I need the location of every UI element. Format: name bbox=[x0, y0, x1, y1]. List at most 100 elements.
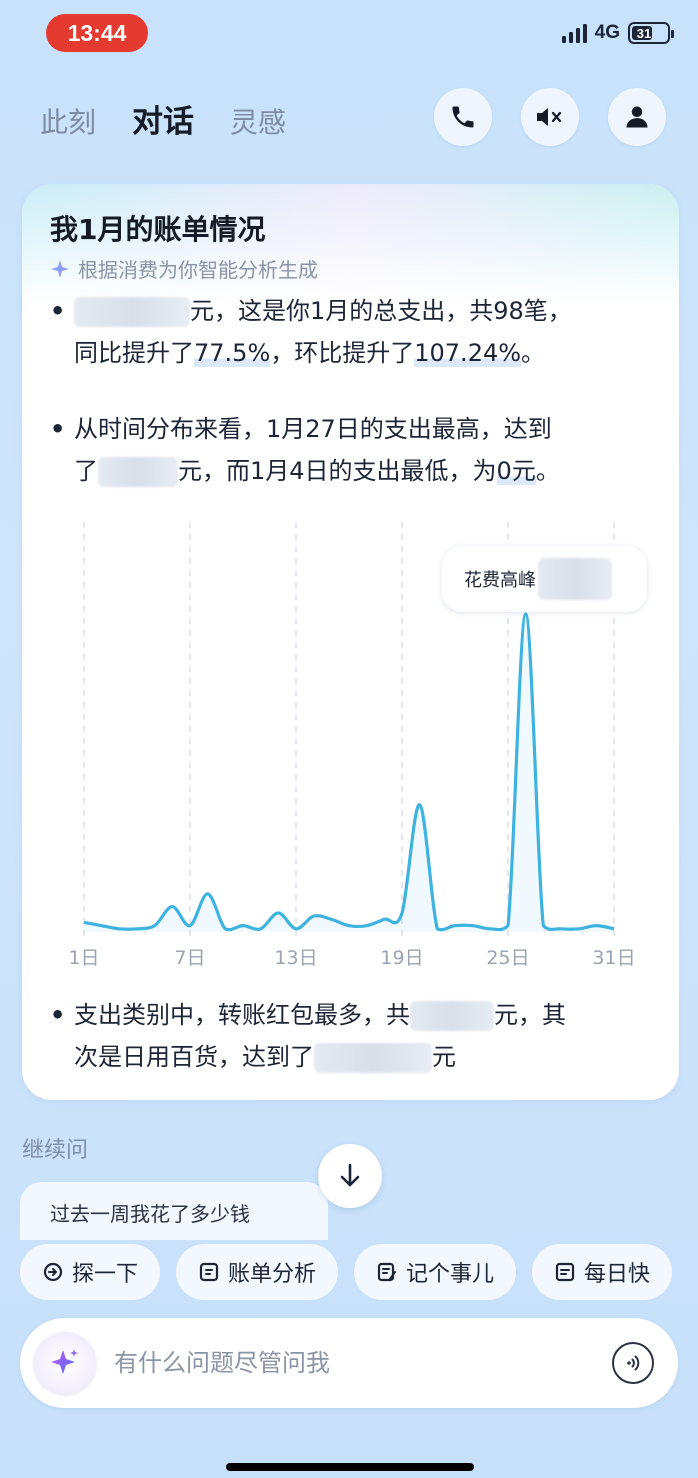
data-point bbox=[418, 803, 422, 807]
bullet-total: 元，这是你1月的总支出，共98笔， 同比提升了77.5%，环比提升了107.24… bbox=[50, 290, 660, 374]
profile-button[interactable] bbox=[608, 88, 666, 146]
explore-icon bbox=[43, 1262, 63, 1282]
chat-input-bar bbox=[20, 1318, 678, 1408]
data-point bbox=[594, 924, 598, 928]
data-point bbox=[577, 927, 581, 931]
chip-label: 账单分析 bbox=[228, 1262, 317, 1287]
redacted-amount bbox=[74, 297, 190, 327]
phone-icon bbox=[452, 106, 474, 128]
chip-explore[interactable]: 探一下 bbox=[20, 1244, 161, 1300]
data-point bbox=[294, 927, 298, 931]
bullet-text: 元 bbox=[432, 1043, 456, 1071]
card-title: 我1月的账单情况 bbox=[50, 213, 266, 246]
bullet-text: ，环比提升了 bbox=[270, 339, 415, 367]
bullet-text: 次是日用百货，达到了 bbox=[74, 1043, 314, 1071]
quick-actions: 探一下 账单分析 记个事儿 每日快 bbox=[0, 1240, 698, 1306]
bullet-text: 。 bbox=[521, 339, 546, 367]
data-point bbox=[329, 917, 333, 921]
redacted-amount bbox=[538, 558, 612, 600]
bullet-text: 元，其 bbox=[494, 1001, 566, 1029]
data-point bbox=[382, 917, 386, 921]
peak-annotation: 花费高峰 bbox=[442, 546, 647, 612]
x-tick-label: 31日 bbox=[592, 947, 635, 969]
data-point bbox=[541, 924, 545, 928]
arrow-down-icon bbox=[340, 1163, 360, 1187]
bullet-text: 同比提升了 bbox=[74, 339, 194, 367]
data-point bbox=[488, 927, 492, 931]
mute-icon bbox=[537, 108, 562, 126]
tab-now[interactable]: 此刻 bbox=[40, 101, 96, 141]
x-tick-label: 13日 bbox=[274, 947, 317, 969]
data-point bbox=[435, 927, 439, 931]
data-point bbox=[223, 927, 227, 931]
chip-label: 记个事儿 bbox=[406, 1262, 495, 1287]
ai-assistant-button[interactable] bbox=[34, 1332, 96, 1394]
suggested-question[interactable]: 过去一周我花了多少钱 bbox=[20, 1182, 328, 1240]
voice-input-button[interactable] bbox=[612, 1342, 654, 1384]
data-point bbox=[188, 924, 192, 928]
data-point bbox=[524, 612, 528, 616]
bullet-time-distribution: 从时间分布来看，1月27日的支出最高，达到 了 元，而1月4日的支出最低，为0元。 bbox=[50, 408, 660, 492]
data-point bbox=[471, 924, 475, 928]
data-point bbox=[365, 924, 369, 928]
battery-icon: 31 bbox=[628, 22, 674, 44]
chip-note[interactable]: 记个事儿 bbox=[354, 1244, 517, 1300]
chat-input[interactable] bbox=[114, 1349, 594, 1377]
redacted-amount bbox=[314, 1043, 432, 1073]
data-point bbox=[117, 927, 121, 931]
data-point bbox=[153, 924, 157, 928]
card-subtitle-text: 根据消费为你智能分析生成 bbox=[78, 258, 318, 282]
chip-label: 每日快 bbox=[584, 1262, 651, 1287]
sparkle-icon bbox=[51, 259, 69, 278]
bullet-text: 元，这是你1月的总支出，共98笔， bbox=[190, 297, 572, 325]
redacted-amount bbox=[98, 457, 178, 487]
data-point bbox=[400, 911, 404, 915]
signal-icon bbox=[561, 23, 587, 43]
redacted-amount bbox=[410, 1001, 494, 1031]
tab-chat[interactable]: 对话 bbox=[132, 96, 194, 141]
top-tabs: 此刻 对话 灵感 bbox=[40, 96, 286, 141]
x-tick-label: 19日 bbox=[380, 947, 423, 969]
min-value: 0元 bbox=[496, 457, 536, 485]
bill-icon bbox=[199, 1262, 219, 1282]
data-point bbox=[206, 892, 210, 896]
x-tick-label: 25日 bbox=[486, 947, 529, 969]
battery-level: 31 bbox=[636, 25, 652, 41]
bullet-text: 元，而1月4日的支出最低，为 bbox=[178, 457, 497, 485]
data-point bbox=[135, 927, 139, 931]
chip-label: 探一下 bbox=[72, 1262, 139, 1287]
follow-up-label: 继续问 bbox=[22, 1138, 89, 1163]
status-indicators: 4G 31 bbox=[561, 22, 674, 44]
data-point bbox=[100, 924, 104, 928]
x-tick-label: 7日 bbox=[174, 947, 205, 969]
call-button[interactable] bbox=[434, 88, 492, 146]
voice-icon bbox=[627, 1355, 640, 1371]
bullet-text: 了 bbox=[74, 457, 98, 485]
mom-value: 107.24% bbox=[414, 339, 522, 367]
data-point bbox=[347, 924, 351, 928]
scroll-down-button[interactable] bbox=[318, 1144, 382, 1208]
daily-icon bbox=[555, 1262, 575, 1282]
bullet-text: 支出类别中，转账红包最多，共 bbox=[74, 1001, 410, 1029]
card-subtitle: 根据消费为你智能分析生成 bbox=[50, 254, 318, 283]
mute-button[interactable] bbox=[521, 88, 579, 146]
chip-daily[interactable]: 每日快 bbox=[532, 1244, 673, 1300]
data-point bbox=[276, 911, 280, 915]
bill-summary-card: 我1月的账单情况 根据消费为你智能分析生成 元，这是你1月的总支出，共98笔， … bbox=[22, 184, 679, 1100]
data-point bbox=[506, 924, 510, 928]
bullet-categories: 支出类别中，转账红包最多，共 元，其 次是日用百货，达到了 元 bbox=[50, 994, 660, 1078]
tab-inspiration[interactable]: 灵感 bbox=[230, 101, 286, 141]
data-point bbox=[170, 905, 174, 909]
peak-label-text: 花费高峰 bbox=[464, 570, 536, 591]
sparkle-icon bbox=[51, 1349, 78, 1374]
network-type: 4G bbox=[594, 22, 620, 43]
home-indicator bbox=[226, 1463, 474, 1471]
data-point bbox=[241, 924, 245, 928]
chip-bill-analysis[interactable]: 账单分析 bbox=[176, 1244, 339, 1300]
bullet-text: 。 bbox=[535, 457, 560, 485]
data-point bbox=[612, 927, 616, 931]
data-point bbox=[453, 924, 457, 928]
data-point bbox=[82, 920, 86, 924]
data-point bbox=[312, 914, 316, 918]
status-time: 13:44 bbox=[46, 14, 148, 52]
